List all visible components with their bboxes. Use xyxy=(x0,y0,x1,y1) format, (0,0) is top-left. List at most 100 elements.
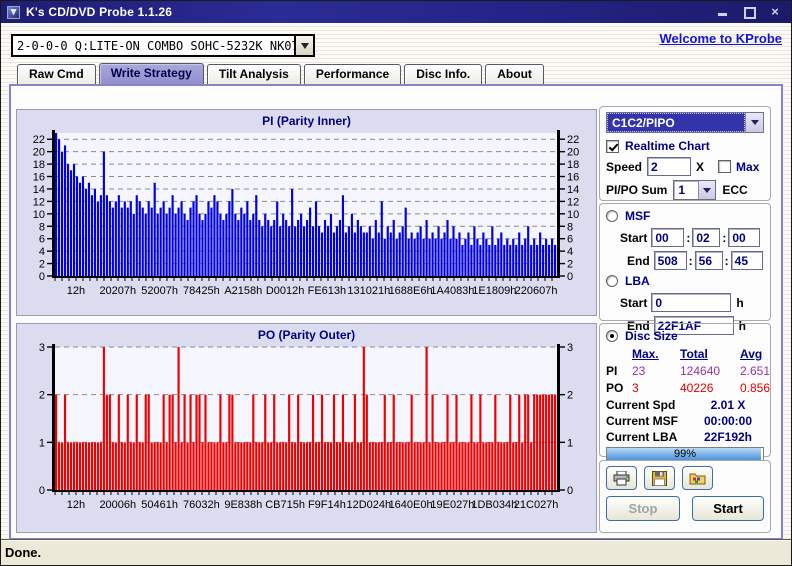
stats-group: Disc Size Max. Total Avg PI 23 124640 2.… xyxy=(599,323,771,461)
svg-text:20: 20 xyxy=(567,147,579,159)
svg-text:4: 4 xyxy=(39,246,45,258)
welcome-link[interactable]: Welcome to KProbe xyxy=(659,31,782,46)
svg-text:21C027h: 21C027h xyxy=(514,499,559,511)
pi-parity-inner-chart-panel: PI (Parity Inner) 0 0 2 2 4 4 6 6 8 8 10 10 12 12 14 14… xyxy=(16,109,597,316)
svg-text:6: 6 xyxy=(567,234,573,246)
status-bar: Done. xyxy=(1,539,791,565)
msf-end-frame-input[interactable]: 45 xyxy=(730,251,763,270)
msf-label: MSF xyxy=(625,209,651,223)
write-strategy-page: PI (Parity Inner) 0 0 2 2 4 4 6 6 8 8 10 10 12 12 14 14… xyxy=(9,84,783,540)
tab-about[interactable]: About xyxy=(485,64,544,84)
po-stats-row: PO 3 40226 0.856 xyxy=(606,381,770,395)
lba-start-input[interactable]: 0 xyxy=(651,293,732,312)
current-msf-row: Current MSF 00:00:00 xyxy=(606,414,764,428)
speed-input[interactable]: 2 xyxy=(647,157,692,176)
tab-write-strategy[interactable]: Write Strategy xyxy=(98,63,204,84)
svg-text:20006h: 20006h xyxy=(99,499,136,511)
save-icon xyxy=(652,470,667,486)
svg-text:10: 10 xyxy=(33,209,45,221)
lba-start-unit: h xyxy=(736,295,744,310)
msf-end-sec-input[interactable]: 56 xyxy=(694,251,723,270)
tab-disc-info[interactable]: Disc Info. xyxy=(404,64,483,84)
svg-text:3: 3 xyxy=(567,342,573,354)
tab-tilt-analysis[interactable]: Tilt Analysis xyxy=(206,64,301,84)
svg-text:10: 10 xyxy=(567,209,579,221)
export-image-icon xyxy=(689,473,706,485)
svg-text:16: 16 xyxy=(567,172,579,184)
svg-text:2: 2 xyxy=(39,390,45,402)
progress-percent: 99% xyxy=(673,448,697,460)
msf-end-min-input[interactable]: 508 xyxy=(653,251,687,270)
print-icon xyxy=(613,470,630,485)
mode-select-arrow[interactable] xyxy=(745,113,763,132)
svg-text:19E027h: 19E027h xyxy=(430,499,474,511)
po-max-value: 3 xyxy=(632,381,639,395)
save-button[interactable] xyxy=(644,466,675,490)
export-image-button[interactable] xyxy=(682,466,713,490)
pi-chart-plot: 0 02 24 46 68 810 1012 1214 1416 1618 1820 2022 2212… xyxy=(33,130,579,297)
svg-text:0: 0 xyxy=(39,485,45,497)
max-speed-checkbox[interactable] xyxy=(718,160,732,173)
msf-radio[interactable] xyxy=(606,210,618,222)
print-button[interactable] xyxy=(606,466,637,490)
disc-size-radio[interactable] xyxy=(606,330,618,342)
stop-button[interactable]: Stop xyxy=(606,496,680,521)
drive-selector-value: 2-0-0-0 Q:LITE-ON COMBO SOHC-5232K NK07 xyxy=(17,38,294,53)
close-icon[interactable]: × xyxy=(769,5,781,18)
svg-text:220607h: 220607h xyxy=(515,285,558,297)
svg-text:78425h: 78425h xyxy=(183,285,220,297)
stats-header-max: Max. xyxy=(632,347,659,361)
svg-text:4: 4 xyxy=(567,246,573,258)
msf-separator: : xyxy=(722,230,727,245)
svg-text:D0012h: D0012h xyxy=(266,285,305,297)
svg-text:52007h: 52007h xyxy=(141,285,178,297)
current-lba-value: 22F192h xyxy=(703,430,753,444)
svg-text:131021h: 131021h xyxy=(347,285,390,297)
drive-selector-arrow[interactable] xyxy=(294,36,313,55)
realtime-chart-checkbox[interactable] xyxy=(606,139,619,153)
svg-text:22: 22 xyxy=(567,134,579,146)
speed-label: Speed xyxy=(606,159,643,174)
maximize-icon[interactable] xyxy=(743,6,756,19)
svg-text:1: 1 xyxy=(567,437,573,449)
msf-start-frame-input[interactable]: 00 xyxy=(728,228,761,247)
pipo-sum-arrow[interactable] xyxy=(698,181,716,199)
pi-chart-title: PI (Parity Inner) xyxy=(262,114,351,128)
chevron-down-icon xyxy=(703,187,712,193)
stats-header-avg: Avg xyxy=(740,347,763,361)
pi-total-value: 124640 xyxy=(680,364,721,378)
svg-text:0: 0 xyxy=(567,271,573,283)
pipo-sum-select[interactable]: 1 xyxy=(673,180,717,200)
current-msf-label: Current MSF xyxy=(606,414,678,428)
svg-text:1DB034h: 1DB034h xyxy=(471,499,517,511)
svg-text:3: 3 xyxy=(39,342,45,354)
mode-select[interactable]: C1C2/PIPO xyxy=(606,112,764,133)
po-row-label: PO xyxy=(606,381,624,395)
tab-raw-cmd[interactable]: Raw Cmd xyxy=(17,64,96,84)
measurement-settings-group: C1C2/PIPO Realtime Chart Speed 2 X Max P… xyxy=(599,106,771,201)
po-total-value: 40226 xyxy=(680,381,714,395)
po-parity-outer-chart-panel: PO (Parity Outer) 0 0 1 1 2 2 3 3 12h 20006h 50461… xyxy=(16,323,597,533)
svg-text:1E1809h: 1E1809h xyxy=(472,285,516,297)
msf-start-sec-input[interactable]: 02 xyxy=(692,228,721,247)
chevron-down-icon xyxy=(300,42,309,49)
actions-group: Stop Start xyxy=(599,460,771,533)
svg-text:16: 16 xyxy=(33,172,45,184)
mode-select-value: C1C2/PIPO xyxy=(607,113,745,132)
svg-text:2: 2 xyxy=(567,390,573,402)
stats-header-total: Total xyxy=(680,347,708,361)
svg-text:8: 8 xyxy=(39,221,45,233)
tab-performance[interactable]: Performance xyxy=(303,64,402,84)
lba-radio[interactable] xyxy=(606,275,618,287)
msf-start-min-input[interactable]: 00 xyxy=(651,228,685,247)
start-button[interactable]: Start xyxy=(692,496,764,521)
ecc-label: ECC xyxy=(722,183,748,197)
minimize-icon[interactable] xyxy=(717,6,729,18)
svg-text:F9F14h: F9F14h xyxy=(308,499,346,511)
pi-stats-row: PI 23 124640 2.651 xyxy=(606,364,770,378)
drive-selector[interactable]: 2-0-0-0 Q:LITE-ON COMBO SOHC-5232K NK07 xyxy=(11,34,315,57)
current-spd-label: Current Spd xyxy=(606,398,676,412)
svg-text:12: 12 xyxy=(567,196,579,208)
msf-end-label: End xyxy=(627,253,650,268)
msf-separator: : xyxy=(686,230,691,245)
